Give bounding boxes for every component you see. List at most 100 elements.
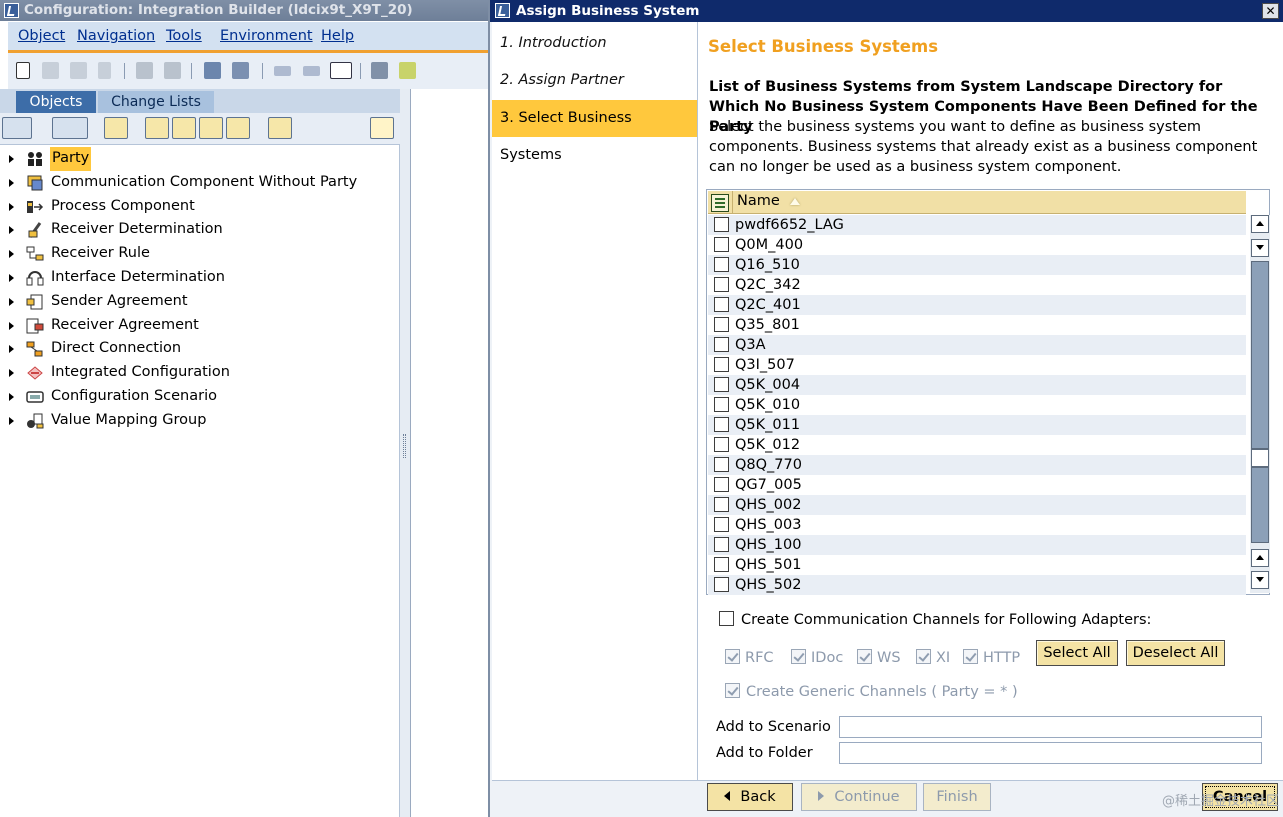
table-row[interactable]: Q2C_342 (708, 275, 1246, 295)
where-used-icon[interactable] (232, 62, 249, 79)
row-checkbox[interactable] (714, 497, 729, 512)
row-checkbox[interactable] (714, 357, 729, 372)
create-channels-checkbox[interactable] (719, 611, 734, 626)
tree-node-process-component[interactable]: Process Component (0, 195, 400, 219)
filter-icon[interactable] (268, 117, 292, 139)
menu-navigation[interactable]: Navigation (77, 28, 155, 44)
navigate-icon[interactable] (204, 62, 221, 79)
scroll-page-down-button[interactable] (1251, 239, 1269, 257)
scroll-track[interactable] (1251, 467, 1269, 543)
forward-arrow-icon[interactable] (303, 66, 320, 76)
expand-arrow-icon[interactable] (9, 392, 14, 401)
row-checkbox[interactable] (714, 317, 729, 332)
tree-node-communication-component[interactable]: Communication Component Without Party (0, 171, 400, 195)
column-header-name[interactable]: Name (737, 193, 780, 209)
tree-node-integrated-configuration[interactable]: Integrated Configuration (0, 361, 400, 385)
copy-icon[interactable] (70, 62, 87, 79)
tab-change-lists[interactable]: Change Lists (98, 91, 214, 113)
table-row[interactable]: Q16_510 (708, 255, 1246, 275)
expand-arrow-icon[interactable] (9, 155, 14, 163)
column-settings-icon[interactable] (711, 194, 729, 212)
adapter-xi[interactable]: XI (916, 649, 950, 666)
table-row[interactable]: Q2C_401 (708, 295, 1246, 315)
menu-environment[interactable]: Environment (220, 28, 313, 44)
select-all-button[interactable]: Select All (1036, 640, 1118, 666)
table-row[interactable]: Q8Q_770 (708, 455, 1246, 475)
create-channels-option[interactable]: Create Communication Channels for Follow… (719, 611, 1151, 628)
adapter-checkbox[interactable] (963, 649, 978, 664)
pane-splitter[interactable] (400, 89, 410, 817)
table-row[interactable]: Q0M_400 (708, 235, 1246, 255)
table-row[interactable]: Q5K_010 (708, 395, 1246, 415)
open-folder-icon[interactable] (42, 62, 59, 79)
row-checkbox[interactable] (714, 557, 729, 572)
generic-channels-checkbox[interactable] (725, 683, 740, 698)
refresh-dropdown-icon[interactable] (2, 117, 32, 139)
table-row[interactable]: Q3A (708, 335, 1246, 355)
deselect-all-button[interactable]: Deselect All (1126, 640, 1225, 666)
tree-node-receiver-agreement[interactable]: Receiver Agreement (0, 314, 400, 338)
table-row[interactable]: QG7_005 (708, 475, 1246, 495)
table-row[interactable]: QHS_502 (708, 575, 1246, 595)
find-icon[interactable] (104, 117, 128, 139)
toggle-pane-icon[interactable] (330, 62, 352, 79)
tree-node-value-mapping-group[interactable]: Value Mapping Group (0, 409, 400, 433)
expand-all-icon[interactable] (145, 117, 169, 139)
row-checkbox[interactable] (714, 437, 729, 452)
magic-wand-icon[interactable] (399, 62, 416, 79)
expand-arrow-icon[interactable] (9, 273, 14, 282)
table-row[interactable]: Q35_801 (708, 315, 1246, 335)
adapter-checkbox[interactable] (916, 649, 931, 664)
splitter-grip[interactable] (403, 434, 406, 458)
row-checkbox[interactable] (714, 277, 729, 292)
continue-button[interactable]: Continue (801, 783, 917, 811)
close-icon[interactable]: ✕ (1262, 3, 1279, 19)
scroll-thumb[interactable] (1251, 449, 1269, 467)
scroll-bottom-button[interactable] (1251, 571, 1269, 589)
tree-node-configuration-scenario[interactable]: Configuration Scenario (0, 385, 400, 409)
table-row[interactable]: Q3I_507 (708, 355, 1246, 375)
tree-node-direct-connection[interactable]: Direct Connection (0, 337, 400, 361)
row-checkbox[interactable] (714, 397, 729, 412)
row-checkbox[interactable] (714, 217, 729, 232)
row-checkbox[interactable] (714, 417, 729, 432)
table-row[interactable]: QHS_002 (708, 495, 1246, 515)
tree-node-sender-agreement[interactable]: Sender Agreement (0, 290, 400, 314)
maximize-pane-icon[interactable] (370, 117, 394, 139)
expand-arrow-icon[interactable] (9, 416, 14, 425)
adapter-rfc[interactable]: RFC (725, 649, 774, 666)
expand-arrow-icon[interactable] (9, 297, 14, 306)
tree-node-party[interactable]: Party (0, 147, 400, 171)
adapter-http[interactable]: HTTP (963, 649, 1020, 666)
tree-node-receiver-determination[interactable]: Receiver Determination (0, 218, 400, 242)
row-checkbox[interactable] (714, 297, 729, 312)
table-row[interactable]: QHS_100 (708, 535, 1246, 555)
table-row[interactable]: QHS_003 (708, 515, 1246, 535)
expand-arrow-icon[interactable] (9, 226, 14, 235)
row-checkbox[interactable] (714, 337, 729, 352)
table-row[interactable]: Q5K_004 (708, 375, 1246, 395)
expand-arrow-icon[interactable] (9, 369, 14, 378)
row-checkbox[interactable] (714, 517, 729, 532)
expand-arrow-icon[interactable] (9, 345, 14, 354)
adapter-ws[interactable]: WS (857, 649, 901, 666)
add-to-folder-input[interactable] (839, 742, 1262, 764)
expand-arrow-icon[interactable] (9, 321, 14, 330)
menu-object[interactable]: Object (18, 28, 65, 44)
menu-tools[interactable]: Tools (166, 28, 202, 44)
collapse-all-icon[interactable] (172, 117, 196, 139)
menu-help[interactable]: Help (321, 28, 354, 44)
step-select-business-systems[interactable]: 3. Select Business Systems (492, 100, 697, 163)
row-checkbox[interactable] (714, 477, 729, 492)
edit-icon[interactable] (164, 62, 181, 79)
tab-objects[interactable]: Objects (16, 91, 96, 113)
row-checkbox[interactable] (714, 537, 729, 552)
row-checkbox[interactable] (714, 237, 729, 252)
delete-icon[interactable] (98, 62, 111, 79)
expand-node-icon[interactable] (199, 117, 223, 139)
scroll-up-button[interactable] (1251, 549, 1269, 567)
table-row[interactable]: QHS_501 (708, 555, 1246, 575)
configuration-wizard-icon[interactable] (371, 62, 388, 79)
back-button[interactable]: Back (707, 783, 793, 811)
add-to-scenario-input[interactable] (839, 716, 1262, 738)
